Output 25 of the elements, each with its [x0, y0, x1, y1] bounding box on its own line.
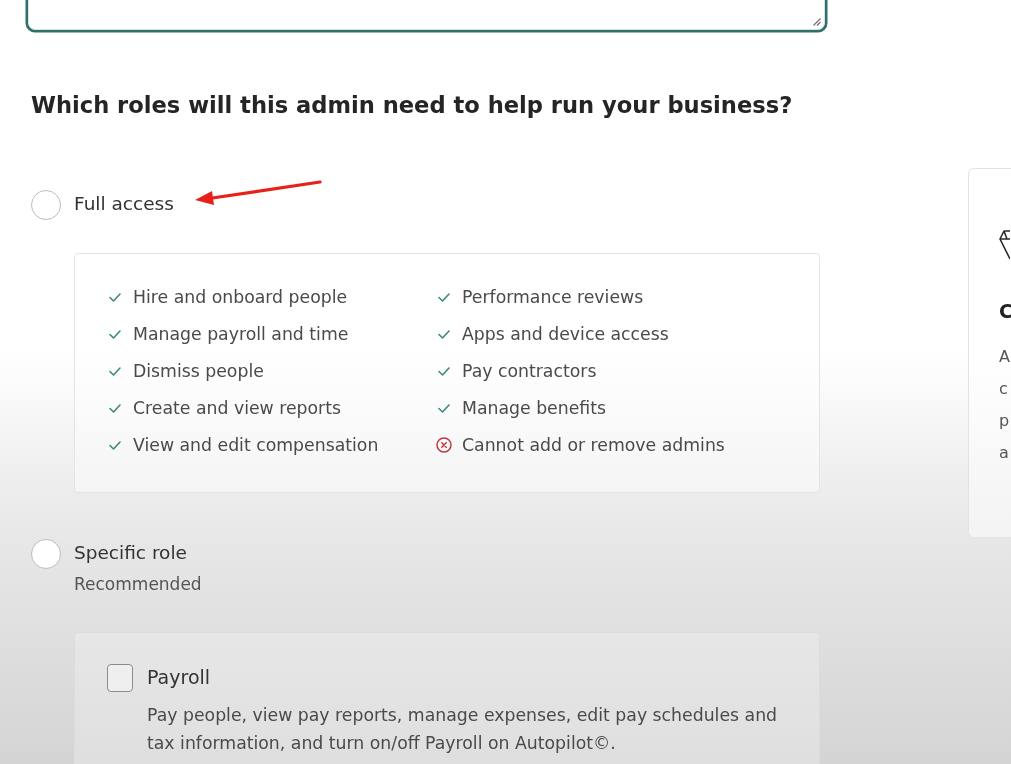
permission-text: Hire and onboard people [133, 286, 348, 309]
permission-text: Manage benefits [462, 397, 606, 420]
permission-text: Dismiss people [133, 360, 264, 383]
role-label[interactable]: Payroll [147, 663, 211, 691]
permission-text: Pay contractors [462, 360, 597, 383]
question-heading: Which roles will this admin need to help run your business? [31, 91, 794, 120]
card-text: a [999, 442, 1009, 464]
permission-text: Create and view reports [133, 397, 341, 420]
checkbox[interactable] [107, 664, 133, 692]
permission-text: View and edit compensation [133, 434, 379, 457]
option-sublabel: Recommended [74, 573, 202, 595]
role-description: Pay people, view pay reports, manage expenses, edit pay schedules and tax information, and turn on/off Payroll on Autopilot©. [147, 704, 779, 755]
option-label[interactable]: Specific role [74, 539, 187, 567]
card-title: C [999, 299, 1011, 324]
permission-text: Manage payroll and time [133, 323, 349, 346]
radio-button[interactable] [31, 539, 61, 569]
option-label[interactable]: Full access [74, 190, 174, 218]
radio-button[interactable] [31, 190, 61, 220]
card-text: c [999, 378, 1008, 400]
permission-text: Performance reviews [462, 286, 644, 309]
resize-handle-icon[interactable] [813, 18, 821, 26]
permission-text: Apps and device access [462, 323, 669, 346]
permission-text: Cannot add or remove admins [462, 434, 725, 457]
card-text: p [999, 410, 1010, 432]
card-text: A [999, 346, 1010, 368]
